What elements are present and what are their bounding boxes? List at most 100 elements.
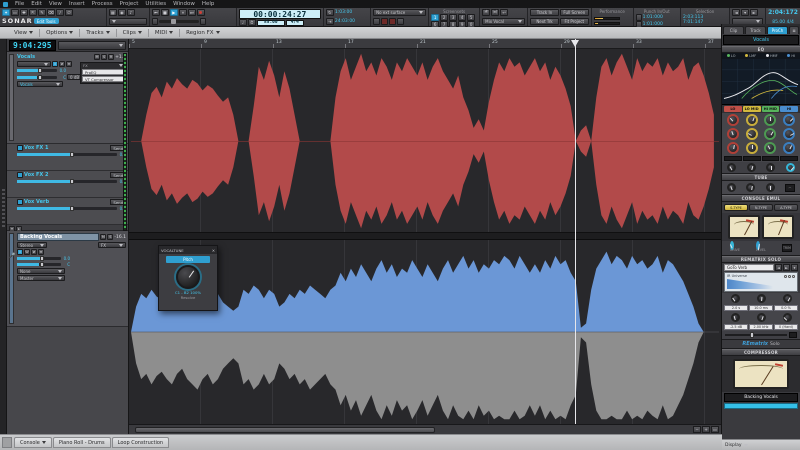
split-tool-button[interactable]: ∕ xyxy=(56,9,64,16)
plugin-close-icon[interactable]: ✕ xyxy=(212,248,215,253)
ffwd-button[interactable]: ⏭ xyxy=(187,9,196,16)
clips-pane[interactable]: 5 9 13 17 21 25 29 33 37 − + ▭ VOCALTUNE ✕ Pitch xyxy=(129,39,721,434)
tv-menu-clips[interactable]: Clips xyxy=(119,30,146,36)
menu-file[interactable]: File xyxy=(15,1,24,7)
reverb-length-knob[interactable] xyxy=(730,294,740,303)
eq-curve-display[interactable] xyxy=(722,59,800,105)
screenset-button-3[interactable]: 3 xyxy=(449,14,458,21)
console-a-type-button[interactable]: A-TYPE xyxy=(774,204,798,211)
menu-help[interactable]: Help xyxy=(202,1,215,7)
snap-note-button[interactable]: ♪ xyxy=(126,9,135,16)
eq-lomid-gain-knob[interactable] xyxy=(745,114,758,126)
mix-copy-icon[interactable]: 🗐 xyxy=(491,9,500,16)
track2-interleave-button[interactable]: ≡ xyxy=(38,249,44,255)
track1-output-dropdown[interactable]: Vocals xyxy=(17,81,63,87)
erase-tool-button[interactable]: ⌫ xyxy=(47,9,55,16)
tube-drive-knob[interactable] xyxy=(727,183,737,192)
screenset-button-2[interactable]: 2 xyxy=(440,14,449,21)
reverb-next-preset-button[interactable]: ► xyxy=(783,264,790,271)
track1-input-dropdown[interactable] xyxy=(17,61,51,67)
fit-project-button[interactable]: Fit Project xyxy=(559,18,589,25)
eq-band-lo[interactable]: LO xyxy=(724,106,742,112)
eq-hi-gain-knob[interactable] xyxy=(782,114,795,126)
track2-mute-button[interactable]: M xyxy=(100,234,107,240)
dock-tab-console[interactable]: Console xyxy=(14,437,52,448)
edit-tools-button[interactable]: Edit Tools xyxy=(33,18,59,24)
marker-add-button[interactable]: ▾ xyxy=(741,9,750,16)
zoom-out-button[interactable]: − xyxy=(693,426,701,433)
tab-clip[interactable]: Clip xyxy=(723,26,744,34)
fx-item-compressor[interactable]: VT Compressor xyxy=(82,76,124,82)
track2-write-button[interactable]: W xyxy=(24,249,30,255)
dock-tab-pianoroll[interactable]: Piano Roll - Drums xyxy=(52,437,111,448)
eq-lomid-freq-knob[interactable] xyxy=(745,128,758,140)
menu-process[interactable]: Process xyxy=(92,1,113,7)
mix-undo-icon[interactable]: ↩ xyxy=(500,9,509,16)
tv-menu-midi[interactable]: MIDI xyxy=(151,30,177,36)
track-sort-dropdown[interactable] xyxy=(57,40,126,50)
screenset-button-1[interactable]: 1 xyxy=(431,14,440,21)
track1-phase-button[interactable]: ø xyxy=(59,61,65,67)
track2-pan-slider[interactable] xyxy=(17,262,61,267)
draw-tool-button[interactable]: ✎ xyxy=(38,9,46,16)
snap-value-dropdown[interactable] xyxy=(108,18,147,25)
horizontal-scrollbar[interactable]: − + ▭ xyxy=(129,424,721,434)
track1-name[interactable]: Vocals xyxy=(17,54,93,60)
reverb-dot-2[interactable] xyxy=(788,275,791,278)
metronome-button[interactable]: ♩ xyxy=(238,19,247,26)
console-n-type-button[interactable]: N-TYPE xyxy=(749,204,773,211)
menu-insert[interactable]: Insert xyxy=(69,1,85,7)
track-strip-backing-vocals[interactable]: 🎤 Backing Vocals M S -16.1 Stereo FX I W… xyxy=(7,231,128,327)
compressor-module-header[interactable]: COMPRESSOR xyxy=(722,349,800,356)
zoom-in-button[interactable]: + xyxy=(702,426,710,433)
tab-notes-icon[interactable]: ≣ xyxy=(789,26,799,34)
reverb-dot-1[interactable] xyxy=(784,275,787,278)
tv-menu-view[interactable]: View xyxy=(10,30,37,36)
mix-preset-dropdown[interactable]: Mix Vocal xyxy=(482,18,526,25)
gloss-knob-2[interactable] xyxy=(746,163,756,172)
eq-himid-gain-knob[interactable] xyxy=(764,114,777,126)
track2-input-dropdown[interactable]: Stereo xyxy=(17,242,47,248)
reverb-mix-knob[interactable] xyxy=(782,313,792,322)
plugin-main-knob[interactable] xyxy=(176,265,200,289)
control-surface-dropdown[interactable]: No ext surface xyxy=(373,9,427,16)
track-strip-vocals[interactable]: Vocals M S R +1.7 I ø ≡ 0.0 C 0 dB Vocal… xyxy=(7,52,128,144)
act-learn-button[interactable] xyxy=(373,18,381,25)
next-track-button[interactable]: Next Trk xyxy=(530,18,559,25)
reverb-lowgain-knob[interactable] xyxy=(730,313,740,322)
track1-fx-bin[interactable]: FX ProEQ VT Compressor xyxy=(80,62,126,84)
eq-lomid-q-knob[interactable] xyxy=(745,142,758,154)
inspector-bottom-tab[interactable]: Display xyxy=(722,439,800,450)
send3-enable-toggle[interactable] xyxy=(17,199,23,205)
tab-proch[interactable]: ProCh xyxy=(767,26,788,34)
rewind-button[interactable]: ⏮ xyxy=(151,9,160,16)
console-level-knob[interactable] xyxy=(756,241,761,251)
full-screen-button[interactable]: Full Screen xyxy=(559,9,589,16)
track-in-button[interactable]: Track In xyxy=(530,9,559,16)
send1-enable-toggle[interactable] xyxy=(17,145,23,151)
transport-slider[interactable] xyxy=(158,19,199,24)
send-row-voxverb[interactable]: Vox Verb Send 0.0 xyxy=(7,198,128,225)
transport-option-button[interactable] xyxy=(151,18,158,25)
play-button[interactable]: ▶ xyxy=(169,9,178,16)
tube-module-header[interactable]: TUBE xyxy=(722,174,800,181)
snap-magnet-button[interactable]: ◉ xyxy=(117,9,126,16)
meter-display[interactable]: 4/4 xyxy=(285,19,304,26)
gloss-knob-3[interactable] xyxy=(766,163,776,172)
eq-lo-q-knob[interactable] xyxy=(727,142,740,154)
plugin-preset-button[interactable]: Pitch xyxy=(166,256,210,263)
screenset-button-4[interactable]: 4 xyxy=(458,14,467,21)
track1-interleave-button[interactable]: ≡ xyxy=(66,61,72,67)
eq-band-hi[interactable]: HI xyxy=(780,106,798,112)
time-ruler[interactable]: 5 9 13 17 21 25 29 33 37 xyxy=(129,39,721,49)
track1-volume-slider[interactable] xyxy=(17,68,57,73)
act-record2-button[interactable] xyxy=(389,18,397,25)
menu-utilities[interactable]: Utilities xyxy=(145,1,166,7)
select-tool-button[interactable]: ▭ xyxy=(11,9,19,16)
move-tool-button[interactable]: ✚ xyxy=(20,9,28,16)
reverb-ir-display[interactable]: IR Universe xyxy=(724,272,798,292)
track2-echo-button[interactable]: I xyxy=(17,249,23,255)
track1-arm-button[interactable]: R xyxy=(108,54,115,60)
reverb-width-knob[interactable] xyxy=(782,294,792,303)
eq-lo-freq-knob[interactable] xyxy=(727,128,740,140)
